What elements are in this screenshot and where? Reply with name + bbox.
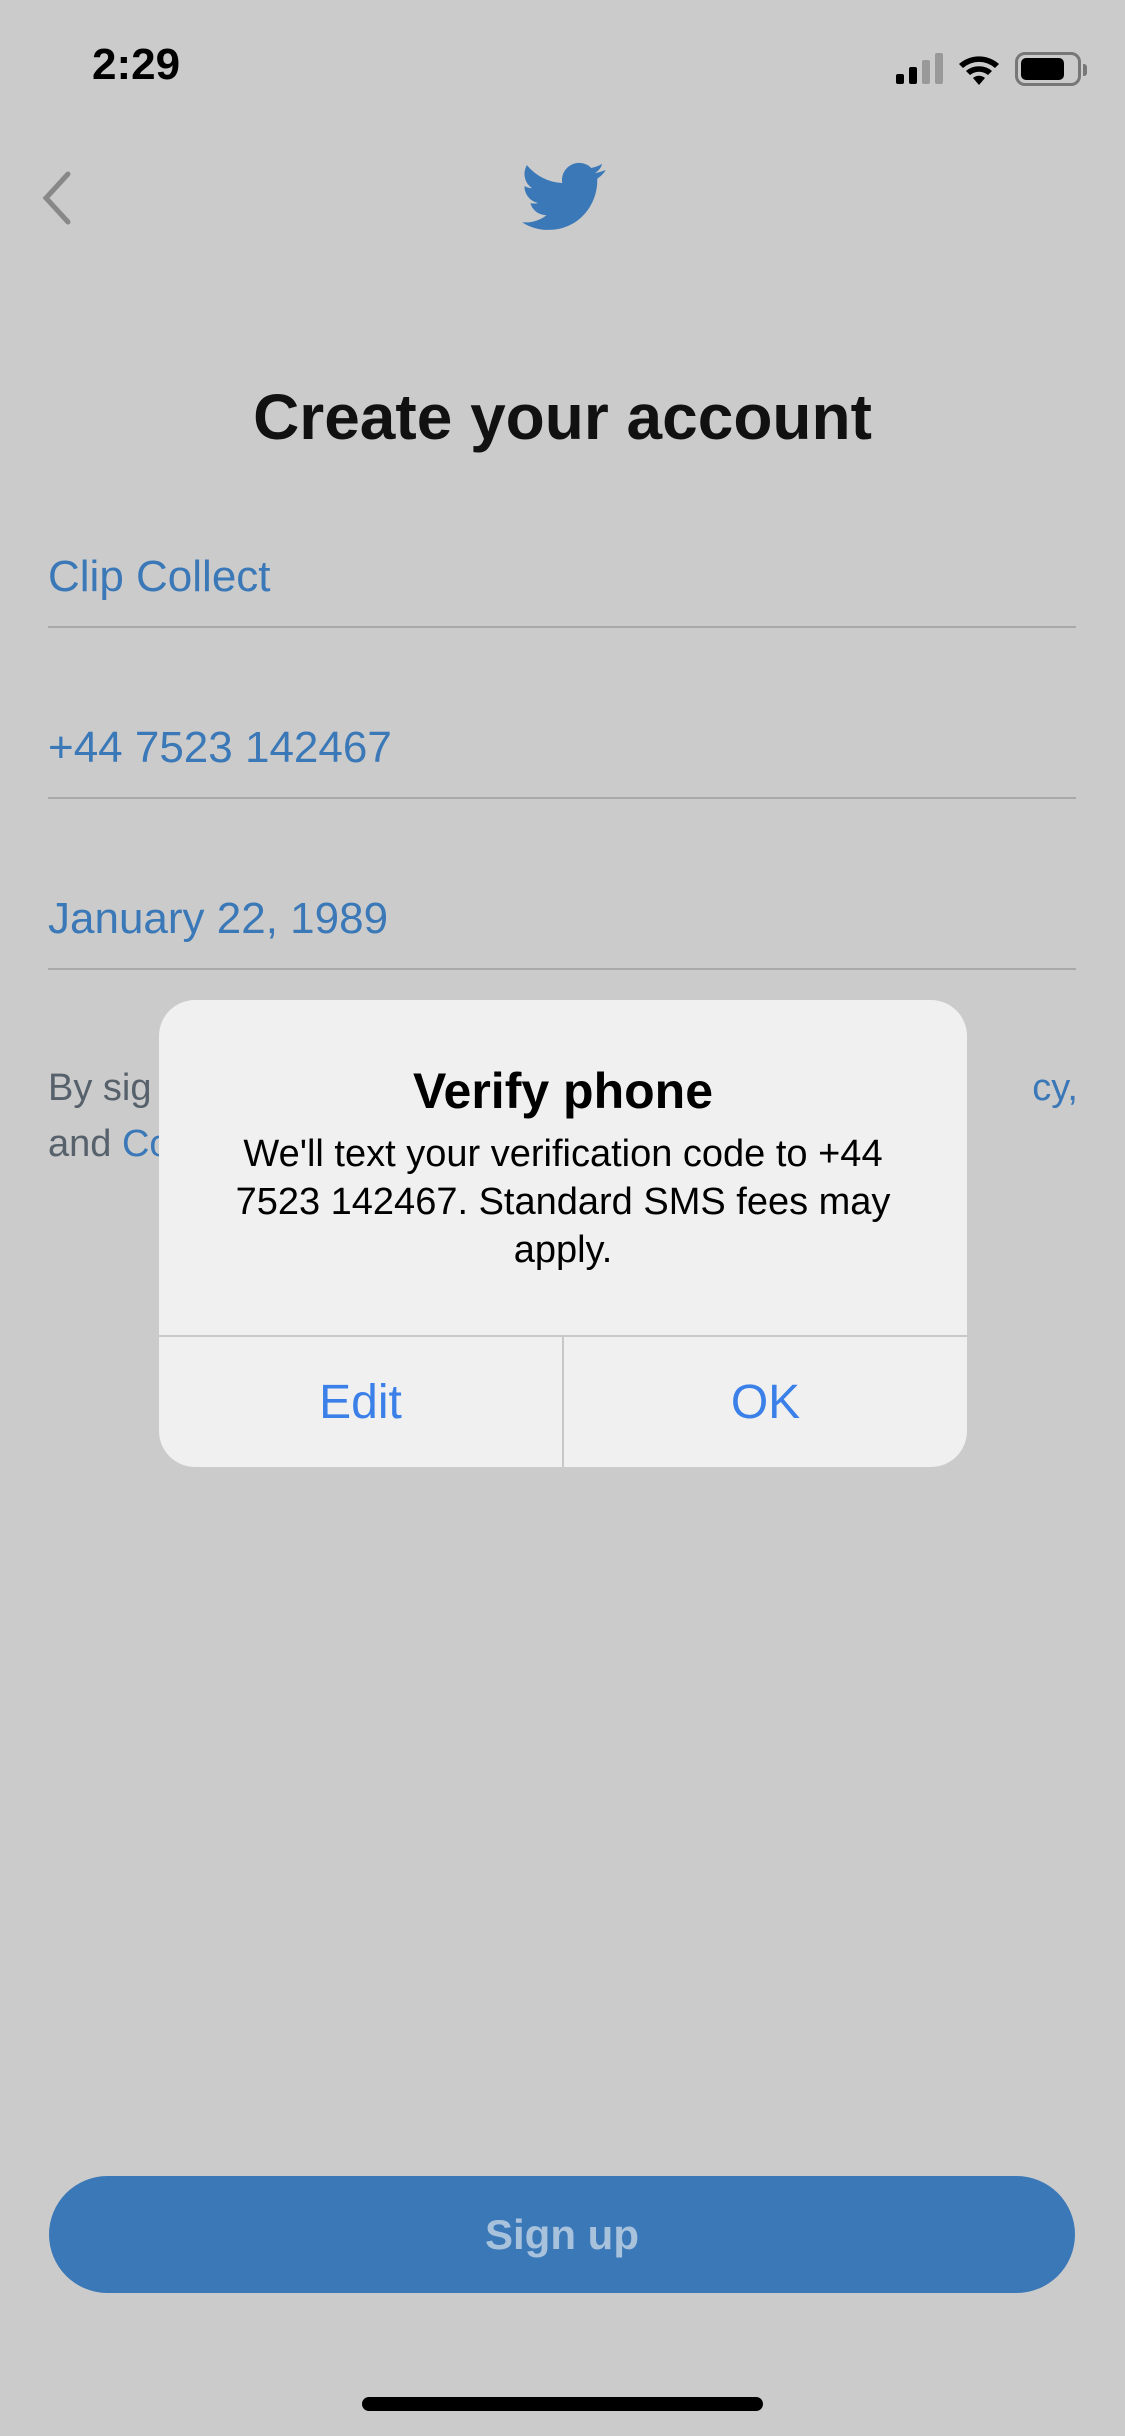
edit-button[interactable]: Edit bbox=[159, 1337, 564, 1467]
home-indicator[interactable] bbox=[362, 2397, 763, 2411]
signal-icon bbox=[896, 53, 943, 84]
status-time: 2:29 bbox=[92, 40, 181, 89]
wifi-icon bbox=[959, 56, 999, 85]
terms-line2-start: and bbox=[48, 1123, 122, 1165]
dialog-title: Verify phone bbox=[412, 1063, 714, 1119]
name-field[interactable]: Clip Collect bbox=[48, 528, 1076, 628]
battery-icon bbox=[1015, 52, 1087, 86]
dialog-buttons: Edit OK bbox=[159, 1335, 967, 1467]
dialog-message: We'll text your verification code to +44… bbox=[235, 1133, 891, 1271]
terms-line1-start: By sig bbox=[48, 1067, 152, 1109]
verify-phone-dialog: Verify phone We'll text your verificatio… bbox=[159, 1000, 967, 1467]
birthdate-field[interactable]: January 22, 1989 bbox=[48, 870, 1076, 970]
chevron-left-icon[interactable] bbox=[38, 168, 78, 228]
page-title: Create your account bbox=[253, 381, 872, 453]
sign-up-button[interactable]: Sign up bbox=[49, 2176, 1075, 2293]
privacy-link[interactable]: cy, bbox=[1032, 1060, 1078, 1116]
phone-field[interactable]: +44 7523 142467 bbox=[48, 699, 1076, 799]
twitter-bird-icon bbox=[522, 162, 606, 230]
ok-button[interactable]: OK bbox=[564, 1337, 967, 1467]
status-icons bbox=[896, 52, 1087, 86]
